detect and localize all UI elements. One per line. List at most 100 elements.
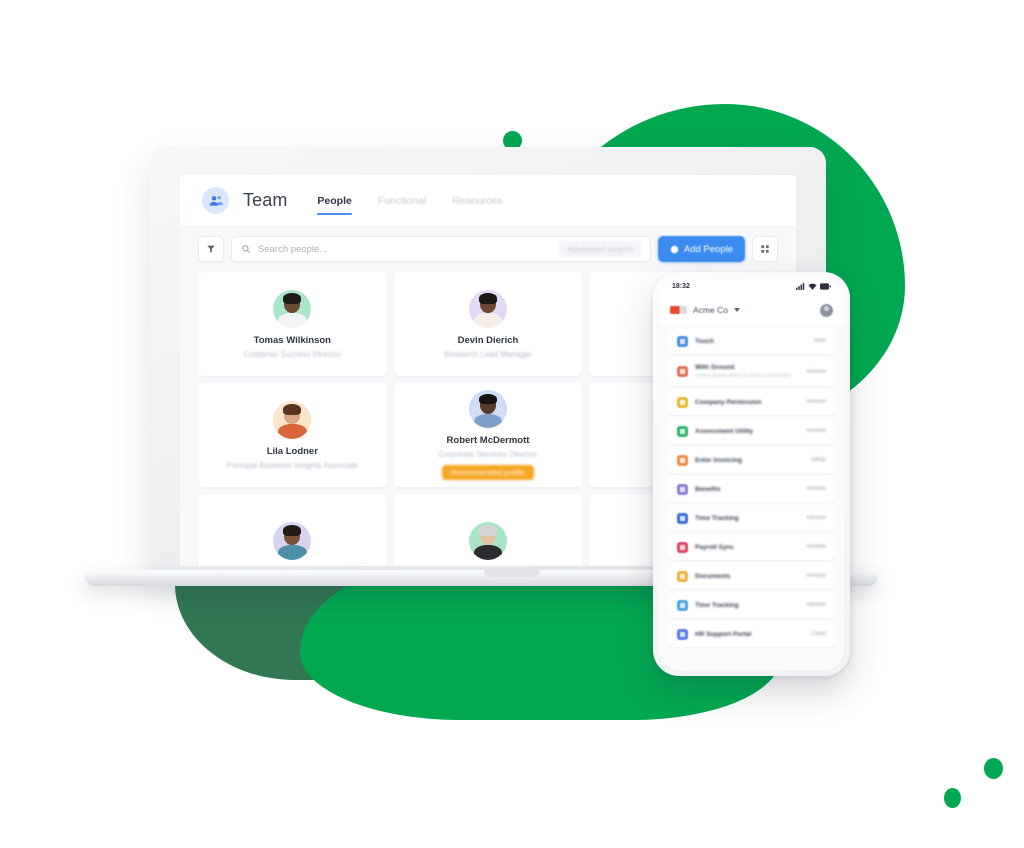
grid-view-icon[interactable] [752,236,778,262]
header-tabs: People Functional Resources [317,175,503,226]
hero-illustration: Team People Functional Resources Search … [0,0,1024,848]
avatar [468,521,507,560]
list-item[interactable]: HR Support Portal Close [668,621,835,647]
list-item-title: Time Tracking [695,601,739,609]
avatar [273,400,312,439]
list-item-icon [677,541,688,553]
list-item-text: Time Tracking [695,515,799,522]
person-role: Research Lead Manager [443,349,533,359]
list-item[interactable]: Benefits Review [668,476,835,502]
phone-status-bar: 18:32 [659,278,844,295]
search-field[interactable]: Advanced search [231,236,651,262]
list-item[interactable]: Touch View [668,328,835,354]
app-header: Team People Functional Resources [180,175,796,227]
list-item-icon [677,570,688,582]
list-item[interactable]: Company Permission Review [668,389,835,415]
list-item-icon [677,396,688,408]
list-item-text: Assessment Utility [695,428,799,435]
workspace-name: Acme Co [693,305,728,315]
list-item-title: Enter Invoicing [695,456,742,464]
search-icon [242,245,251,254]
list-item-icon [677,425,688,437]
toolbar: Advanced search Add People [180,227,796,272]
tab-functional[interactable]: Functional [378,175,426,226]
person-name: Robert McDermott [446,435,530,446]
plus-circle-icon [670,245,679,253]
account-avatar-icon[interactable] [820,303,833,317]
green-dot-small-a [944,788,961,808]
list-item-action[interactable]: View [813,338,826,344]
phone-nav-bar: Acme Co [659,295,844,325]
tab-people[interactable]: People [317,175,353,226]
person-card[interactable]: Tomas Wilkinson Customer Success Director [198,272,387,376]
list-item-action[interactable]: Setup [810,457,826,463]
tab-resources[interactable]: Resources [452,175,502,226]
list-item-action[interactable]: Review [806,486,826,492]
list-item-text: Company Permission [695,399,799,406]
list-item-text: Documents [695,573,799,580]
green-dot-small-b [984,758,1003,779]
acme-logo-icon [670,306,687,314]
list-item-action[interactable]: Close [811,631,826,637]
person-name: Devin Dierich [457,334,519,346]
add-people-button[interactable]: Add People [657,236,745,262]
list-item-action[interactable]: Review [806,369,826,375]
battery-icon [820,283,831,290]
filter-icon[interactable] [198,236,224,262]
list-item[interactable]: With Ground Lorem ipsum dolor sit amet co… [668,357,835,386]
list-item-title: Time Tracking [695,514,739,522]
list-item-title: Documents [695,572,731,580]
list-item-title: Payroll Sync [695,543,735,551]
people-avatar-icon [202,187,229,214]
list-item-icon [677,335,688,347]
list-item-icon [677,599,688,611]
list-item-title: Touch [695,337,715,345]
list-item-title: HR Support Portal [695,630,752,638]
list-item[interactable]: Time Tracking Review [668,505,835,531]
person-role: Customer Success Director [243,349,341,359]
list-item-action[interactable]: Review [806,544,826,550]
add-people-label: Add People [683,243,733,255]
list-item-icon [677,366,688,377]
list-item-action[interactable]: Review [806,515,826,521]
search-input[interactable] [258,243,553,255]
person-card[interactable]: Lila Lodner Principal Business Insights A… [198,383,387,487]
person-card[interactable]: Devin Dierich Research Lead Manager [393,272,583,376]
list-item-title: With Ground [695,364,735,371]
list-item-text: With Ground Lorem ipsum dolor sit amet co… [695,364,799,379]
list-item-text: Benefits [695,486,799,493]
list-item[interactable]: Documents Review [668,563,835,589]
person-name: Lila Lodner [266,445,318,457]
avatar [273,289,312,328]
list-item-title: Company Permission [695,398,762,406]
advanced-search-hint[interactable]: Advanced search [559,241,641,257]
status-badge[interactable]: Recommended profile [442,465,534,480]
list-item[interactable]: Enter Invoicing Setup [668,447,835,473]
list-item-action[interactable]: Review [806,428,826,434]
wifi-icon [808,283,817,290]
list-item-title: Benefits [695,485,721,493]
list-item[interactable]: Payroll Sync Review [668,534,835,560]
list-item-icon [677,483,688,495]
list-item[interactable]: Time Tracking Review [668,592,835,618]
phone-task-list: Touch View With Ground Lorem ipsum dolor si… [659,325,844,647]
list-item-text: Time Tracking [695,602,799,609]
status-icons [796,283,831,290]
list-item-text: Touch [695,338,806,345]
page-title: Team [243,190,288,210]
laptop-base-notch [484,570,540,577]
list-item-title: Assessment Utility [695,427,754,435]
status-time: 18:32 [672,283,690,290]
list-item-action[interactable]: Review [806,602,826,608]
avatar [273,521,312,560]
list-item-text: Payroll Sync [695,544,799,551]
chevron-down-icon[interactable] [733,308,740,312]
person-card[interactable] [198,494,387,566]
list-item-icon [677,454,688,466]
person-card[interactable] [393,494,583,566]
list-item[interactable]: Assessment Utility Review [668,418,835,444]
list-item-action[interactable]: Review [806,573,826,579]
list-item-action[interactable]: Review [806,399,826,405]
person-card[interactable]: Robert McDermott Corporate Services Direc… [393,383,583,487]
phone-screen: 18:32 Acme Co Touch View With Ground Lor… [659,278,844,670]
